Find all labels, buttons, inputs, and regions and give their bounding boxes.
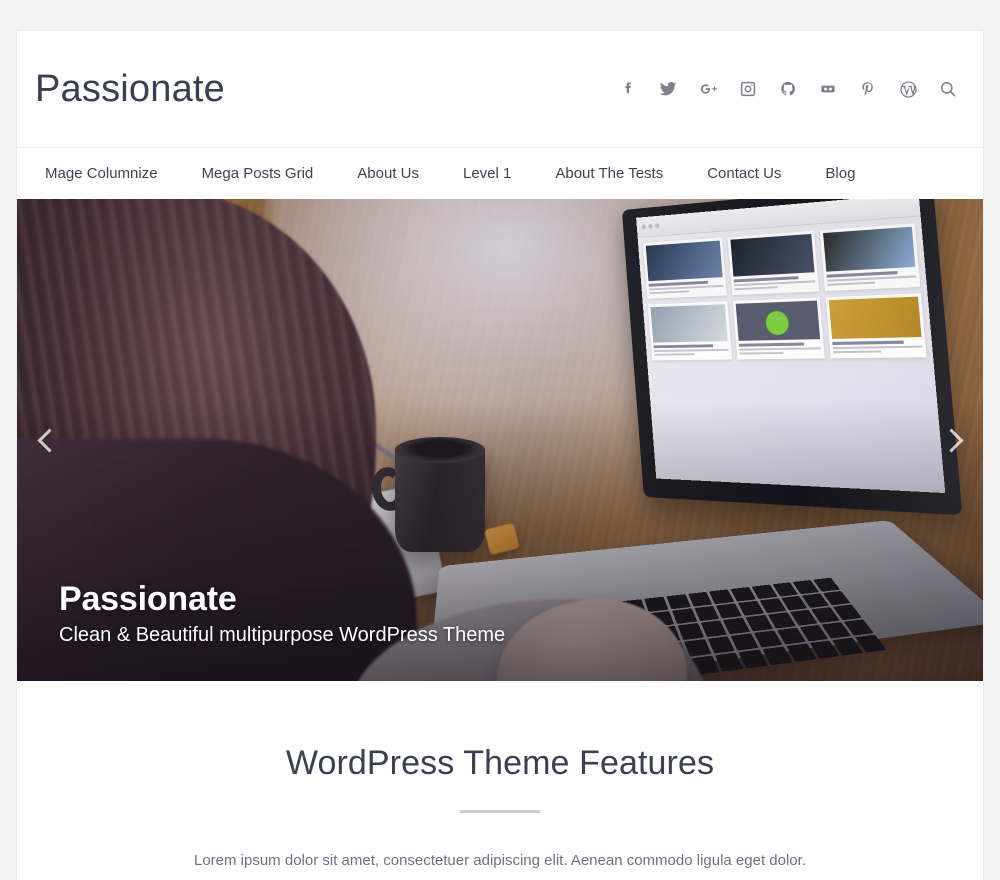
site-header: Passionate [17, 31, 983, 147]
section-divider [460, 810, 540, 813]
nav-item-blog[interactable]: Blog [803, 148, 877, 200]
nav-item-contact-us[interactable]: Contact Us [685, 148, 803, 200]
slide-title: Passionate [59, 580, 505, 619]
chevron-right-icon [939, 428, 963, 452]
facebook-icon[interactable] [617, 78, 639, 100]
slider-next-button[interactable] [929, 418, 973, 462]
slide-subtitle: Clean & Beautiful multipurpose WordPress… [59, 623, 505, 647]
twitter-icon[interactable] [657, 78, 679, 100]
section-title: WordPress Theme Features [57, 743, 943, 784]
slider-prev-button[interactable] [27, 418, 71, 462]
instagram-icon[interactable] [737, 78, 759, 100]
section-description: Lorem ipsum dolor sit amet, consectetuer… [57, 849, 943, 873]
nav-item-level-1[interactable]: Level 1 [441, 148, 533, 200]
site-container: Passionate Mage Columnize Mega Posts Gri… [16, 30, 984, 880]
chevron-left-icon [37, 428, 61, 452]
google-plus-icon[interactable] [697, 78, 719, 100]
features-section: WordPress Theme Features Lorem ipsum dol… [17, 681, 983, 880]
slide-caption: Passionate Clean & Beautiful multipurpos… [59, 580, 505, 647]
nav-item-about-us[interactable]: About Us [335, 148, 441, 200]
wordpress-icon[interactable] [897, 78, 919, 100]
github-icon[interactable] [777, 78, 799, 100]
nav-item-mega-posts-grid[interactable]: Mega Posts Grid [180, 148, 336, 200]
page-background: Passionate Mage Columnize Mega Posts Gri… [0, 0, 1000, 880]
nav-item-about-the-tests[interactable]: About The Tests [533, 148, 685, 200]
search-icon[interactable] [937, 78, 959, 100]
pinterest-icon[interactable] [857, 78, 879, 100]
flickr-icon[interactable] [817, 78, 839, 100]
nav-item-mage-columnize[interactable]: Mage Columnize [35, 148, 180, 200]
nav-list: Mage Columnize Mega Posts Grid About Us … [35, 148, 877, 200]
hero-slider: Passionate Clean & Beautiful multipurpos… [17, 199, 983, 681]
primary-navigation: Mage Columnize Mega Posts Grid About Us … [17, 147, 983, 199]
site-title[interactable]: Passionate [35, 70, 225, 108]
social-links [617, 78, 965, 100]
